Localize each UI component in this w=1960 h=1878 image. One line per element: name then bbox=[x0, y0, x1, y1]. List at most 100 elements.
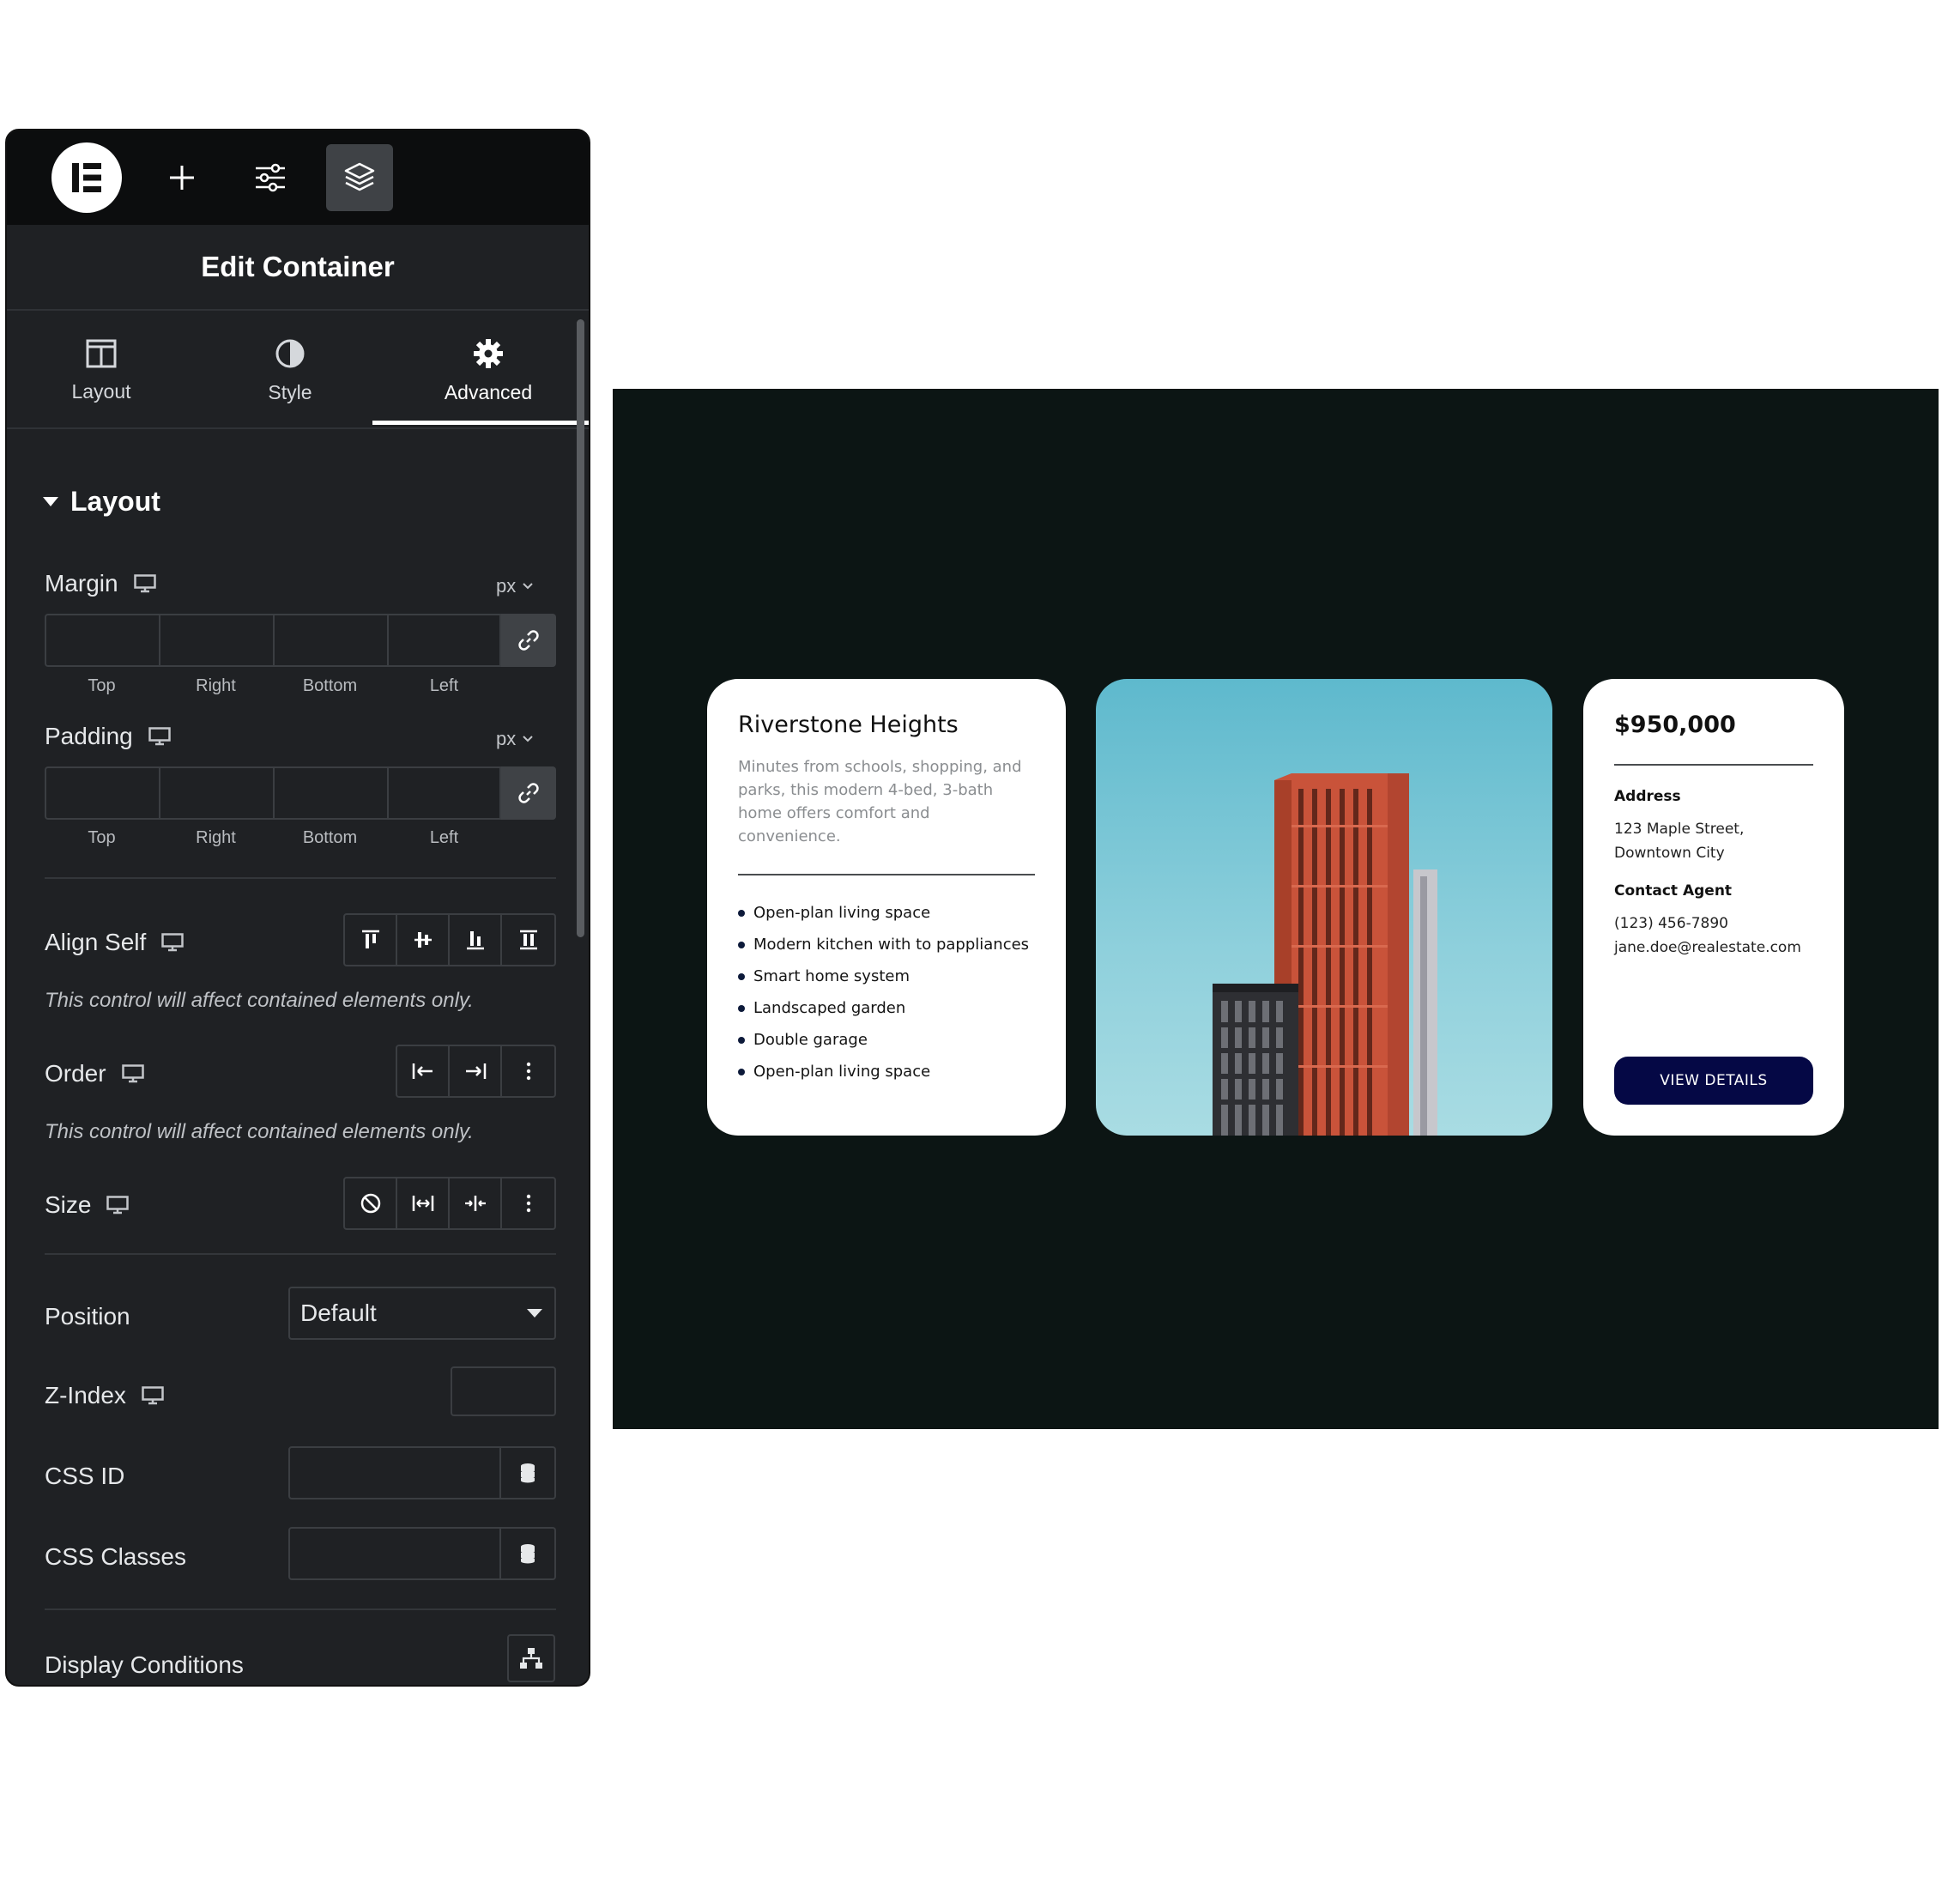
feature-item: Double garage bbox=[738, 1028, 1035, 1052]
more-vertical-icon bbox=[526, 1062, 530, 1081]
padding-right-label: Right bbox=[196, 828, 236, 847]
active-tab-indicator bbox=[372, 421, 589, 425]
margin-link-button[interactable] bbox=[501, 614, 556, 667]
padding-left-input[interactable] bbox=[387, 766, 501, 820]
size-none-button[interactable] bbox=[345, 1178, 397, 1228]
add-element-button[interactable] bbox=[148, 144, 215, 211]
plus-icon bbox=[170, 166, 194, 190]
contrast-icon bbox=[275, 339, 305, 367]
desktop-icon[interactable] bbox=[133, 574, 156, 593]
database-icon bbox=[521, 1463, 535, 1483]
size-grow-button[interactable] bbox=[397, 1178, 450, 1228]
display-conditions-button[interactable] bbox=[507, 1634, 555, 1682]
align-center-button[interactable] bbox=[397, 915, 450, 965]
margin-top-input[interactable] bbox=[45, 614, 159, 667]
panel-title: Edit Container bbox=[7, 225, 589, 311]
align-stretch-button[interactable] bbox=[502, 915, 554, 965]
margin-unit-select[interactable]: px bbox=[496, 575, 533, 597]
padding-side-labels: Top Right Bottom Left bbox=[45, 828, 501, 848]
structure-button[interactable] bbox=[326, 144, 393, 211]
address-text: 123 Maple Street, Downtown City bbox=[1614, 817, 1813, 865]
align-bottom-icon bbox=[466, 931, 484, 950]
tab-layout-label: Layout bbox=[71, 379, 131, 403]
order-first-button[interactable] bbox=[397, 1046, 450, 1096]
order-more-button[interactable] bbox=[502, 1046, 554, 1096]
tab-layout[interactable]: Layout bbox=[7, 312, 196, 429]
section-layout-toggle[interactable]: Layout bbox=[43, 486, 160, 518]
padding-top-input[interactable] bbox=[45, 766, 159, 820]
top-toolbar bbox=[7, 130, 589, 225]
feature-item: Smart home system bbox=[738, 965, 1035, 989]
agent-heading: Contact Agent bbox=[1614, 882, 1733, 900]
margin-left-input[interactable] bbox=[387, 614, 501, 667]
sitemap-icon bbox=[520, 1648, 542, 1669]
margin-right-input[interactable] bbox=[159, 614, 273, 667]
margin-bottom-input[interactable] bbox=[273, 614, 387, 667]
desktop-icon[interactable] bbox=[148, 727, 171, 746]
order-buttons bbox=[396, 1045, 556, 1098]
caret-down-icon bbox=[527, 1309, 542, 1318]
panel-scrollbar[interactable] bbox=[577, 319, 584, 937]
css-classes-dynamic-button[interactable] bbox=[501, 1527, 556, 1580]
align-self-label: Align Self bbox=[45, 929, 185, 956]
align-start-button[interactable] bbox=[345, 915, 397, 965]
property-description: Minutes from schools, shopping, and park… bbox=[738, 758, 1022, 845]
align-self-label-text: Align Self bbox=[45, 929, 147, 955]
display-conditions-label: Display Conditions bbox=[45, 1651, 244, 1679]
section-layout-title: Layout bbox=[70, 486, 160, 517]
css-classes-input[interactable] bbox=[288, 1527, 501, 1580]
site-settings-button[interactable] bbox=[237, 144, 304, 211]
order-end-icon bbox=[465, 1063, 486, 1079]
padding-left-label: Left bbox=[429, 828, 459, 847]
tab-style[interactable]: Style bbox=[196, 312, 384, 429]
padding-top-label: Top bbox=[88, 828, 116, 847]
view-details-button[interactable]: VIEW DETAILS bbox=[1614, 1057, 1813, 1105]
display-conditions-label-text: Display Conditions bbox=[45, 1651, 244, 1678]
padding-label: Padding bbox=[45, 723, 171, 750]
more-vertical-icon bbox=[526, 1194, 530, 1213]
feature-item: Open-plan living space bbox=[738, 901, 1035, 925]
desktop-icon[interactable] bbox=[142, 1386, 164, 1405]
margin-label: Margin bbox=[45, 570, 156, 597]
desktop-icon[interactable] bbox=[121, 1064, 144, 1083]
align-end-button[interactable] bbox=[450, 915, 502, 965]
property-price: $950,000 bbox=[1614, 712, 1736, 738]
padding-unit-select[interactable]: px bbox=[496, 728, 533, 750]
property-contact-card: $950,000 Address 123 Maple Street, Downt… bbox=[1583, 679, 1844, 1136]
desktop-icon[interactable] bbox=[106, 1196, 130, 1215]
property-title: Riverstone Heights bbox=[738, 712, 959, 738]
padding-right-input[interactable] bbox=[159, 766, 273, 820]
position-select[interactable]: Default bbox=[288, 1287, 556, 1340]
panel-tabs: Layout Style Advanced bbox=[7, 312, 589, 429]
order-label-text: Order bbox=[45, 1060, 106, 1087]
shrink-icon bbox=[464, 1196, 486, 1211]
desktop-icon[interactable] bbox=[161, 933, 185, 952]
css-id-input[interactable] bbox=[288, 1446, 501, 1499]
size-more-button[interactable] bbox=[502, 1178, 554, 1228]
padding-bottom-input[interactable] bbox=[273, 766, 387, 820]
feature-list: Open-plan living space Modern kitchen wi… bbox=[738, 901, 1035, 1084]
size-shrink-button[interactable] bbox=[450, 1178, 502, 1228]
margin-top-label: Top bbox=[88, 676, 116, 695]
divider bbox=[45, 877, 556, 879]
position-label-text: Position bbox=[45, 1303, 130, 1330]
sliders-icon bbox=[256, 163, 285, 192]
padding-bottom-label: Bottom bbox=[302, 828, 358, 847]
chevron-down-icon bbox=[523, 583, 533, 590]
margin-unit: px bbox=[496, 575, 517, 597]
layers-icon bbox=[344, 162, 375, 191]
z-index-input[interactable] bbox=[451, 1366, 556, 1416]
link-icon bbox=[518, 630, 539, 651]
building-illustration bbox=[1213, 773, 1437, 1136]
padding-link-button[interactable] bbox=[501, 766, 556, 820]
order-last-button[interactable] bbox=[450, 1046, 502, 1096]
align-self-hint: This control will affect contained eleme… bbox=[45, 989, 474, 1012]
feature-item: Modern kitchen with to pappliances bbox=[738, 933, 1035, 957]
tab-advanced[interactable]: Advanced bbox=[384, 312, 589, 429]
css-id-dynamic-button[interactable] bbox=[501, 1446, 556, 1499]
feature-item: Open-plan living space bbox=[738, 1060, 1035, 1084]
agent-email: jane.doe@realestate.com bbox=[1614, 939, 1801, 956]
margin-bottom-label: Bottom bbox=[302, 676, 358, 695]
agent-phone: (123) 456-7890 bbox=[1614, 915, 1728, 932]
elementor-logo[interactable] bbox=[51, 142, 122, 213]
